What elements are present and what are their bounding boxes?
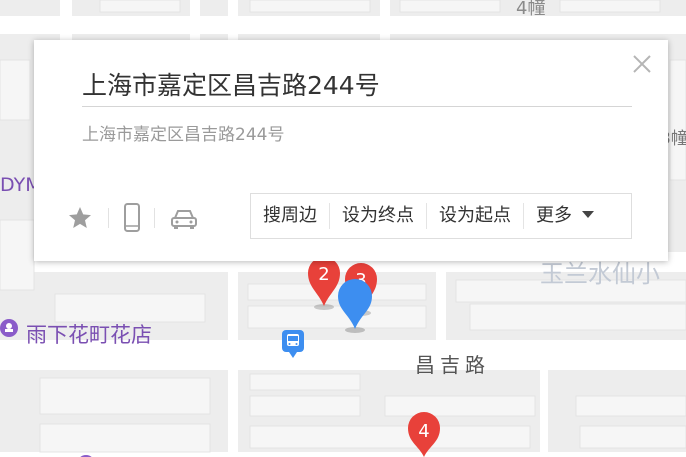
map-marker-2-label: 2 bbox=[318, 264, 329, 285]
popup-action-bar: 搜周边 设为终点 设为起点 更多 bbox=[250, 193, 632, 239]
close-button[interactable] bbox=[630, 52, 654, 76]
location-info-popup: 上海市嘉定区昌吉路244号 上海市嘉定区昌吉路244号 搜周边 设为终点 设为起… bbox=[34, 40, 668, 261]
flower-shop-label[interactable]: 雨下花町花店 bbox=[26, 319, 152, 349]
flower-shop-poi-icon[interactable] bbox=[0, 319, 18, 337]
building-label: 4幢 bbox=[516, 0, 546, 19]
taxi-button[interactable] bbox=[168, 202, 200, 234]
set-destination-button[interactable]: 设为终点 bbox=[329, 203, 426, 229]
star-icon bbox=[69, 207, 91, 228]
map-marker-4-label: 4 bbox=[418, 421, 429, 442]
road-label: 昌吉路 bbox=[415, 353, 490, 377]
more-label: 更多 bbox=[536, 205, 572, 226]
set-origin-button[interactable]: 设为起点 bbox=[426, 203, 523, 229]
popup-address: 上海市嘉定区昌吉路244号 bbox=[82, 125, 285, 145]
car-icon bbox=[171, 210, 197, 229]
more-dropdown[interactable]: 更多 bbox=[523, 203, 606, 229]
search-nearby-button[interactable]: 搜周边 bbox=[251, 203, 329, 229]
icon-separator bbox=[108, 208, 109, 228]
popup-divider bbox=[82, 106, 632, 107]
caret-down-icon bbox=[582, 210, 594, 218]
phone-icon bbox=[124, 203, 140, 232]
close-icon bbox=[633, 55, 651, 73]
icon-separator bbox=[154, 208, 155, 228]
favorite-button[interactable] bbox=[64, 202, 96, 234]
popup-title: 上海市嘉定区昌吉路244号 bbox=[82, 71, 380, 100]
send-to-phone-button[interactable] bbox=[116, 202, 148, 234]
